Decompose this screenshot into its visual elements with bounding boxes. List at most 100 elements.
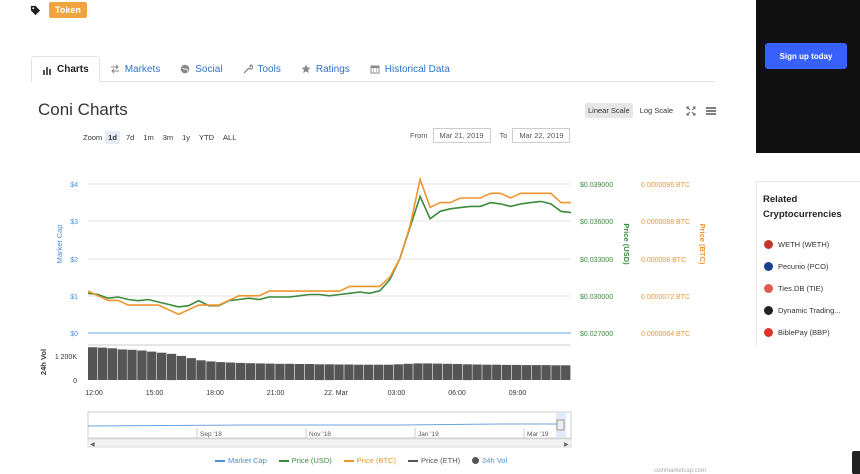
related-label: Dynamic Trading... — [778, 306, 841, 315]
scroll-right-arrow: ▶ — [564, 442, 569, 448]
x-tick-label: 06:00 — [448, 390, 466, 397]
volume-bar — [235, 362, 246, 380]
volume-bar — [442, 363, 453, 380]
volume-bar — [511, 364, 522, 380]
volume-bar — [561, 365, 571, 380]
volume-bar — [196, 360, 206, 380]
volume-bar — [137, 350, 147, 380]
related-label: Pecunio (PCO) — [778, 262, 829, 271]
volume-bar — [531, 365, 541, 380]
legend-label: Price (BTC) — [356, 456, 396, 465]
x-tick-label: 15:00 — [146, 390, 164, 397]
series-price-btc-line — [87, 176, 571, 316]
legend-24h-vol[interactable]: 24h Vol — [472, 456, 507, 465]
volume-bar — [344, 364, 354, 380]
y-tick-market-cap: $3 — [70, 219, 78, 226]
legend-price-usd[interactable]: Price (USD) — [278, 456, 332, 465]
y-tick-btc: 0.0000072 BTC — [641, 294, 690, 301]
volume-bar — [97, 347, 108, 380]
y-tick-usd: $0.033000 — [580, 257, 613, 264]
sign-up-button[interactable]: Sign up today — [765, 43, 847, 69]
legend-label: 24h Vol — [482, 456, 508, 465]
volume-bar — [373, 364, 384, 380]
volume-bar — [482, 364, 492, 380]
navigator-tick-label: Mar '19 — [527, 431, 549, 438]
volume-bar — [314, 364, 324, 381]
volume-bar — [216, 362, 226, 380]
volume-bar — [541, 365, 551, 380]
pecunio-icon — [764, 262, 773, 271]
weth-icon — [764, 240, 773, 249]
x-tick-label: 12:00 — [85, 390, 103, 397]
volume-bar — [423, 363, 433, 380]
y-axis-label-usd: Price (USD) — [622, 223, 631, 265]
volume-bar — [176, 355, 186, 380]
volume-bar — [383, 364, 393, 380]
y-tick-btc: 0.0000064 BTC — [641, 331, 690, 338]
y-tick-market-cap: $0 — [70, 331, 78, 338]
y-tick-usd: $0.027000 — [580, 331, 613, 338]
related-label: BiblePay (BBP) — [778, 328, 830, 337]
volume-bar — [462, 364, 472, 381]
y-tick-btc: 0.0000096 BTC — [641, 182, 690, 189]
y-tick-market-cap: $4 — [70, 182, 78, 189]
volume-bar — [157, 352, 167, 380]
volume-bar — [492, 364, 502, 380]
volume-bar — [403, 363, 413, 380]
volume-bar — [275, 363, 285, 380]
biblepay-icon — [764, 328, 773, 337]
y-tick-market-cap: $1 — [70, 294, 78, 301]
scroll-left-arrow: ◀ — [90, 442, 95, 448]
x-tick-label: 09:00 — [509, 390, 527, 397]
related-item-dynamic-trading[interactable]: Dynamic Trading... — [764, 306, 841, 315]
navigator-tick-label: Sep '18 — [200, 431, 222, 438]
legend-price-btc[interactable]: Price (BTC) — [343, 456, 396, 465]
y-tick-volume: 0 — [73, 378, 77, 385]
related-item-pecunio[interactable]: Pecunio (PCO) — [764, 262, 828, 271]
related-item-weth[interactable]: WETH (WETH) — [764, 240, 829, 249]
x-tick-label: 03:00 — [388, 390, 406, 397]
volume-bar — [551, 365, 561, 380]
watermark: coinmarketcap.com — [654, 468, 707, 474]
legend-label: Price (ETH) — [420, 456, 461, 465]
legend-market-cap[interactable]: Market Cap — [215, 456, 267, 465]
volume-bar — [147, 351, 157, 380]
volume-bar — [354, 364, 364, 380]
related-item-tiesdb[interactable]: Ties.DB (TIE) — [764, 284, 823, 293]
scroll-handle[interactable] — [852, 451, 860, 474]
legend-price-eth[interactable]: Price (ETH) — [407, 456, 461, 465]
volume-bar — [255, 363, 265, 380]
y-tick-btc: 0.000008 BTC — [641, 257, 686, 264]
y-axis-label-market-cap: Market Cap — [55, 225, 64, 264]
price-chart[interactable]: $4 $3 $2 $1 $0 Market Cap $0.039000 $0.036000 $0… — [0, 0, 860, 474]
x-tick-label: 21:00 — [267, 390, 285, 397]
volume-bar — [433, 363, 443, 380]
promo-panel — [756, 0, 860, 153]
dynamic-trading-icon — [764, 306, 773, 315]
y-tick-btc: 0.0000088 BTC — [641, 219, 690, 226]
y-tick-usd: $0.030000 — [580, 294, 613, 301]
volume-bar — [472, 364, 482, 380]
navigator-tick-label: Jan '19 — [418, 431, 439, 438]
volume-bar — [334, 364, 344, 380]
related-label: WETH (WETH) — [778, 240, 830, 249]
y-axis-label-volume: 24h Vol — [39, 349, 48, 375]
volume-bar — [452, 364, 462, 380]
volume-bar — [295, 364, 305, 380]
volume-bar — [521, 365, 531, 380]
related-label: Ties.DB (TIE) — [778, 284, 824, 293]
volume-bar — [206, 361, 216, 380]
related-item-biblepay[interactable]: BiblePay (BBP) — [764, 328, 830, 337]
volume-bar — [107, 348, 117, 380]
y-axis-label-btc: Price (BTC) — [698, 224, 707, 265]
volume-bar — [413, 363, 423, 380]
legend-label: Market Cap — [228, 456, 267, 465]
volume-bar — [186, 358, 196, 380]
chart-legend: Market Cap Price (USD) Price (BTC) Price… — [215, 456, 507, 465]
y-tick-volume: 1 200K — [55, 354, 78, 361]
y-tick-market-cap: $2 — [70, 257, 78, 264]
volume-bar — [364, 364, 374, 380]
volume-bar — [245, 363, 255, 380]
volume-bar — [166, 353, 177, 381]
legend-label: Price (USD) — [291, 456, 332, 465]
